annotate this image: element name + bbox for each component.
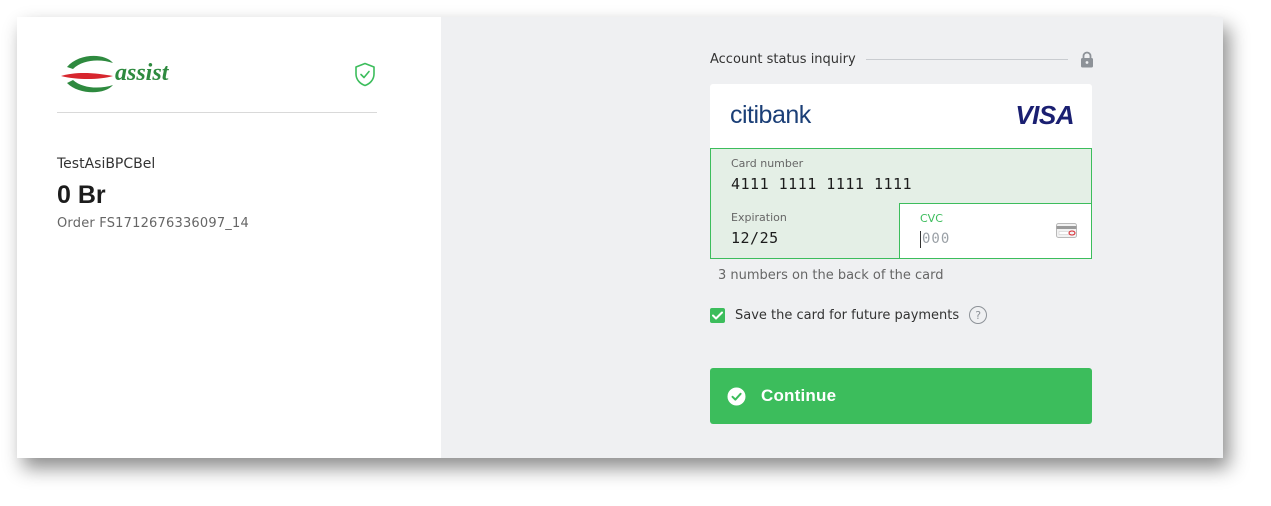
check-circle-icon — [727, 387, 746, 405]
shield-check-icon — [355, 62, 375, 87]
logo-text: assist — [115, 60, 170, 86]
header-divider — [57, 112, 377, 113]
bank-logo: citibank — [730, 101, 811, 129]
cvc-hint: 3 numbers on the back of the card — [718, 268, 944, 283]
expiration-value: 12/25 — [731, 229, 779, 247]
cvc-label: CVC — [920, 212, 943, 225]
cvc-placeholder: 000 — [922, 231, 951, 247]
merchant-name: TestAsiBPCBel — [57, 156, 156, 172]
check-icon — [712, 311, 723, 319]
card-number-field[interactable]: Card number 4111 1111 1111 1111 — [710, 148, 1092, 204]
order-number: Order FS1712676336097_14 — [57, 216, 249, 231]
status-divider — [865, 58, 1068, 60]
payment-amount: 0 Br — [57, 181, 106, 209]
text-cursor — [920, 231, 921, 248]
status-title: Account status inquiry — [710, 51, 856, 67]
payment-form-panel: Account status inquiry citibank VISA Car… — [441, 17, 1223, 458]
continue-button[interactable]: Continue — [710, 368, 1092, 424]
lock-icon — [1081, 51, 1093, 67]
save-card-label[interactable]: Save the card for future payments — [735, 308, 959, 323]
payment-window: assist TestAsiBPCBel 0 Br Order FS171267… — [17, 17, 1223, 458]
help-icon[interactable]: ? — [969, 306, 988, 324]
status-header: Account status inquiry — [710, 48, 1094, 70]
expiration-field[interactable]: Expiration 12/25 — [710, 203, 900, 259]
card-form: citibank VISA Card number 4111 1111 1111… — [710, 84, 1092, 259]
card-number-label: Card number — [731, 157, 804, 170]
order-summary-panel: assist TestAsiBPCBel 0 Br Order FS171267… — [17, 17, 441, 458]
save-card-row: Save the card for future payments ? — [710, 305, 988, 325]
card-number-value: 4111 1111 1111 1111 — [731, 175, 913, 193]
continue-label: Continue — [761, 386, 837, 405]
card-back-icon — [1056, 223, 1077, 238]
cvc-field[interactable]: CVC 000 — [899, 203, 1092, 259]
save-card-checkbox[interactable] — [710, 307, 725, 323]
visa-logo: VISA — [1015, 100, 1074, 130]
card-brand-header: citibank VISA — [710, 84, 1092, 148]
assist-logo: assist — [61, 55, 170, 93]
expiration-label: Expiration — [731, 211, 787, 224]
